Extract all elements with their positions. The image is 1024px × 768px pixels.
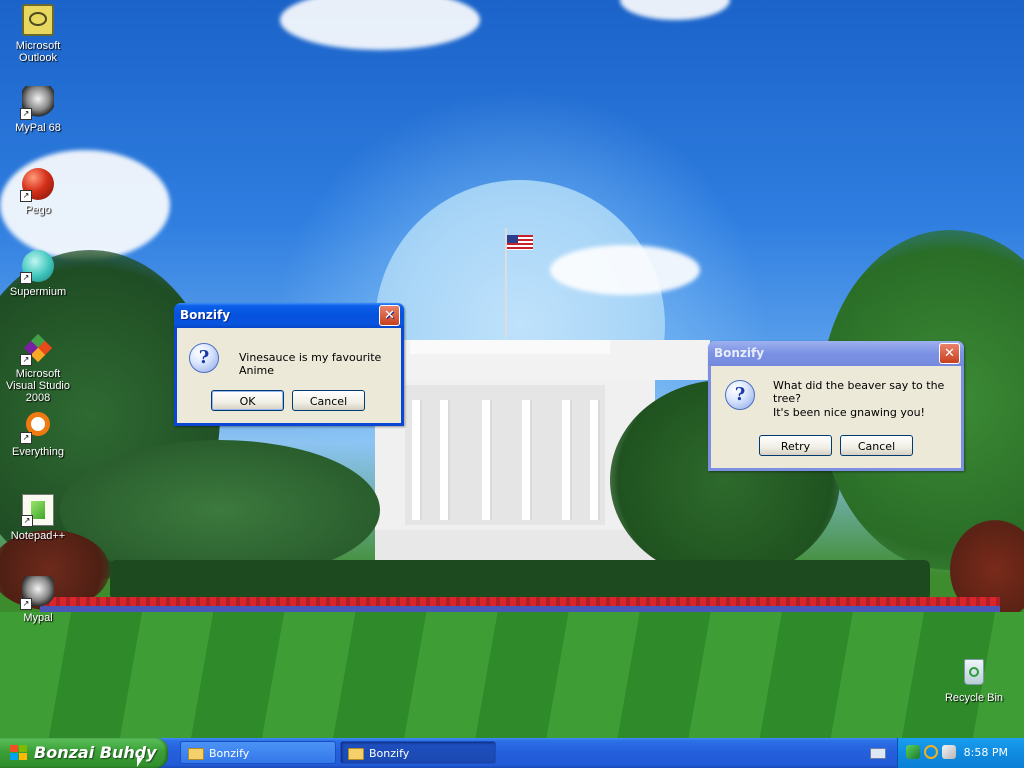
desktop-icon-label: Pego xyxy=(25,204,51,216)
hedge xyxy=(110,560,930,600)
folder-icon xyxy=(348,748,364,760)
white-house-base xyxy=(375,530,665,560)
desktop-icon-outlook[interactable]: Microsoft Outlook xyxy=(0,4,76,64)
dialog-titlebar[interactable]: Bonzify ✕ xyxy=(708,341,964,366)
white-house-portico xyxy=(405,385,605,525)
clock[interactable]: 8:58 PM xyxy=(964,738,1008,768)
close-button[interactable]: ✕ xyxy=(379,305,400,326)
desktop-icon-label: Microsoft Outlook xyxy=(15,40,61,64)
desktop-icon-label: Notepad++ xyxy=(10,530,66,542)
taskbar-button-bonzify-active[interactable]: Bonzify xyxy=(340,741,496,764)
desktop-icon-label: MyPal 68 xyxy=(15,122,61,134)
cancel-button[interactable]: Cancel xyxy=(840,435,913,456)
portico-column xyxy=(590,400,600,520)
raccoon-icon: ↗ xyxy=(20,86,54,120)
system-tray: 8:58 PM xyxy=(897,738,1024,768)
dialog-title: Bonzify xyxy=(714,346,765,360)
close-button[interactable]: ✕ xyxy=(939,343,960,364)
outlook-icon xyxy=(22,4,54,36)
shortcut-arrow-icon: ↗ xyxy=(21,515,33,527)
portico-column xyxy=(412,400,422,520)
lawn xyxy=(0,612,1024,738)
dialog-title: Bonzify xyxy=(180,308,231,322)
shortcut-arrow-icon: ↗ xyxy=(20,432,32,444)
taskbar-button-label: Bonzify xyxy=(209,747,250,760)
recycle-bin-icon xyxy=(958,656,990,688)
desktop-icon-label: Supermium xyxy=(9,286,67,298)
shortcut-arrow-icon: ↗ xyxy=(20,108,32,120)
desktop-icon-notepadpp[interactable]: ↗ Notepad++ xyxy=(0,494,76,542)
dialog-titlebar[interactable]: Bonzify ✕ xyxy=(174,303,404,328)
search-icon[interactable] xyxy=(924,745,938,759)
red-ball-icon: ↗ xyxy=(20,168,54,202)
desktop-icon-mypal-68[interactable]: ↗ MyPal 68 xyxy=(0,86,76,134)
cancel-button[interactable]: Cancel xyxy=(292,390,365,411)
desktop-icon-label: Recycle Bin xyxy=(944,692,1004,704)
retry-button[interactable]: Retry xyxy=(759,435,832,456)
desktop-icon-label: Mypal xyxy=(23,612,53,624)
question-icon: ? xyxy=(189,343,219,373)
portico-column xyxy=(440,400,450,520)
desktop-icon-label: Microsoft Visual Studio 2008 xyxy=(5,368,70,404)
shortcut-arrow-icon: ↗ xyxy=(20,354,32,366)
taskbar-button-bonzify[interactable]: Bonzify xyxy=(180,741,336,764)
shortcut-arrow-icon: ↗ xyxy=(20,190,32,202)
desktop-icon-mypal[interactable]: ↗ Mypal xyxy=(0,576,76,624)
portico-column xyxy=(522,400,532,520)
portico-column xyxy=(482,400,492,520)
desktop-icon-everything[interactable]: ↗ Everything xyxy=(0,410,76,458)
ok-button[interactable]: OK xyxy=(211,390,284,411)
shortcut-arrow-icon: ↗ xyxy=(20,272,32,284)
windows-flag-icon xyxy=(10,745,28,761)
folder-icon xyxy=(188,748,204,760)
us-flag xyxy=(507,235,533,250)
dialog-message: Vinesauce is my favourite Anime xyxy=(239,351,382,377)
network-icon[interactable] xyxy=(906,745,920,759)
notepadpp-icon: ↗ xyxy=(21,494,54,527)
visual-studio-icon: ↗ xyxy=(20,332,54,366)
wallpaper-cloud xyxy=(280,0,480,50)
keyboard-language-icon[interactable] xyxy=(870,748,886,759)
desktop-icon-label: Everything xyxy=(12,446,64,458)
wallpaper-cloud xyxy=(620,0,730,20)
desktop-icon-visual-studio[interactable]: ↗ Microsoft Visual Studio 2008 xyxy=(0,332,76,404)
desktop-icon-supermium[interactable]: ↗ Supermium xyxy=(0,250,76,298)
white-house-balustrade xyxy=(410,340,610,354)
portico-column xyxy=(562,400,572,520)
desktop-icon-recycle-bin[interactable]: Recycle Bin xyxy=(936,656,1012,704)
wallpaper-cloud xyxy=(550,245,700,295)
speaker-icon[interactable] xyxy=(942,745,956,759)
question-icon: ? xyxy=(725,380,755,410)
dialog-bonzify-beaver[interactable]: Bonzify ✕ ? What did the beaver say to t… xyxy=(708,341,964,471)
dialog-message-line-2: It's been nice gnawing you! xyxy=(773,406,925,419)
dialog-bonzify-vinesauce[interactable]: Bonzify ✕ ? Vinesauce is my favourite An… xyxy=(174,303,404,426)
supermium-icon: ↗ xyxy=(20,250,54,284)
mouse-cursor xyxy=(137,758,143,767)
dialog-message-line-1: What did the beaver say to the tree? xyxy=(773,379,945,405)
shortcut-arrow-icon: ↗ xyxy=(20,598,32,610)
raccoon-icon: ↗ xyxy=(20,576,54,610)
taskbar-button-label: Bonzify xyxy=(369,747,410,760)
everything-icon: ↗ xyxy=(20,410,54,444)
taskbar: Bonzai Buhdy Bonzify Bonzify 8:58 PM xyxy=(0,738,1024,768)
desktop-icon-pego[interactable]: ↗ Pego xyxy=(0,168,76,216)
